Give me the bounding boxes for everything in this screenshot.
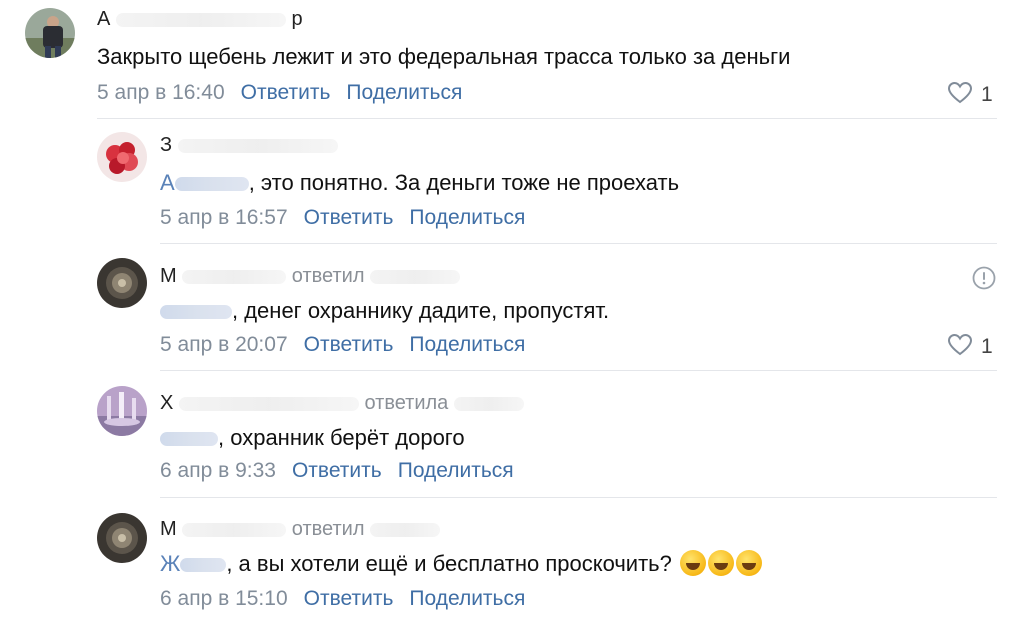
comment-meta: 5 апр в 16:57 Ответить Поделиться [160, 206, 541, 230]
report-icon [972, 266, 996, 290]
replied-to-redacted [453, 396, 524, 411]
mention-redacted [180, 558, 227, 573]
avatar[interactable] [97, 513, 147, 563]
author-name[interactable]: А р [97, 8, 303, 31]
mention-redacted [160, 432, 218, 447]
comment-text: Закрыто щебень лежит и это федеральная т… [97, 44, 790, 70]
author-redacted [182, 269, 287, 284]
rofl-emoji-icon [708, 550, 734, 576]
comment-meta: 5 апр в 20:07 Ответить Поделиться [160, 333, 541, 357]
like-count: 1 [981, 83, 993, 106]
author-redacted [182, 522, 287, 537]
mention-redacted [174, 177, 249, 192]
reply-button[interactable]: Ответить [304, 333, 394, 356]
author-initial: А [97, 8, 111, 30]
share-button[interactable]: Поделиться [409, 587, 525, 610]
author-redacted [178, 396, 359, 411]
divider [160, 497, 997, 498]
reply-button[interactable]: Ответить [304, 587, 394, 610]
author-initial: М [160, 518, 177, 540]
rofl-emoji-icon [680, 550, 706, 576]
avatar[interactable] [97, 386, 147, 436]
mention-link[interactable] [160, 298, 232, 323]
replied-to-redacted [370, 269, 461, 284]
comment-text: Ж , а вы хотели ещё и бесплатно проскочит… [160, 550, 762, 577]
replied-label: ответил [291, 518, 365, 540]
comment-text: А , это понятно. За деньги тоже не проеха… [160, 170, 679, 196]
comment-text: , охранник берёт дорого [160, 425, 465, 451]
comment-date[interactable]: 5 апр в 16:57 [160, 206, 288, 229]
avatar-fountain-icon [97, 386, 147, 436]
report-button[interactable] [972, 266, 996, 290]
comment-body: , а вы хотели ещё и бесплатно проскочить… [226, 551, 672, 576]
mention-initial: Ж [160, 551, 181, 576]
author-initial: Х [160, 392, 174, 414]
avatar[interactable] [97, 258, 147, 308]
reply-button[interactable]: Ответить [292, 459, 382, 482]
author-name[interactable]: З [160, 134, 338, 157]
author-tail: р [291, 8, 303, 30]
avatar[interactable] [25, 8, 75, 58]
replied-to-redacted [370, 522, 441, 537]
replied-label: ответила [364, 392, 449, 414]
share-button[interactable]: Поделиться [409, 333, 525, 356]
avatar-photo-icon [25, 8, 75, 58]
like-button[interactable]: 1 [947, 81, 993, 107]
comment-body: Закрыто щебень лежит и это федеральная т… [97, 44, 791, 69]
comment-date[interactable]: 6 апр в 15:10 [160, 587, 288, 610]
reply-button[interactable]: Ответить [241, 81, 331, 104]
comment-body: , это понятно. За деньги тоже не проехат… [248, 170, 680, 195]
share-button[interactable]: Поделиться [409, 206, 525, 229]
share-button[interactable]: Поделиться [398, 459, 514, 482]
divider [160, 370, 997, 371]
author-name[interactable]: Х ответила [160, 392, 524, 415]
author-redacted [177, 138, 338, 153]
avatar-orb-icon [97, 258, 147, 308]
heart-icon [947, 81, 973, 104]
avatar-orb-icon [97, 513, 147, 563]
like-count: 1 [981, 335, 993, 358]
divider [160, 243, 997, 244]
comment-meta: 6 апр в 9:33 Ответить Поделиться [160, 459, 530, 483]
rofl-emoji-icon [736, 550, 762, 576]
comment-date[interactable]: 6 апр в 9:33 [160, 459, 276, 482]
author-name[interactable]: М ответил [160, 265, 461, 288]
share-button[interactable]: Поделиться [346, 81, 462, 104]
comment-meta: 6 апр в 15:10 Ответить Поделиться [160, 587, 541, 611]
comment-body: , охранник берёт дорого [218, 425, 465, 450]
comment-meta: 5 апр в 16:40 Ответить Поделиться [97, 81, 478, 105]
author-name[interactable]: М ответил [160, 518, 441, 541]
like-button[interactable]: 1 [947, 333, 993, 359]
comment-body: , денег охраннику дадите, пропустят. [232, 298, 610, 323]
mention-link[interactable]: Ж [160, 551, 227, 576]
comment-date[interactable]: 5 апр в 20:07 [160, 333, 288, 356]
divider [97, 118, 997, 119]
author-redacted [115, 12, 286, 27]
mention-link[interactable] [160, 425, 218, 450]
mention-link[interactable]: А [160, 170, 249, 195]
avatar-flowers-icon [97, 132, 147, 182]
mention-initial: А [160, 170, 175, 195]
comment-date[interactable]: 5 апр в 16:40 [97, 81, 225, 104]
replied-label: ответил [291, 265, 365, 287]
author-initial: М [160, 265, 177, 287]
reply-button[interactable]: Ответить [304, 206, 394, 229]
heart-icon [947, 333, 973, 356]
author-initial: З [160, 134, 173, 156]
comment-text: , денег охраннику дадите, пропустят. [160, 298, 609, 324]
avatar[interactable] [97, 132, 147, 182]
mention-redacted [160, 305, 232, 320]
